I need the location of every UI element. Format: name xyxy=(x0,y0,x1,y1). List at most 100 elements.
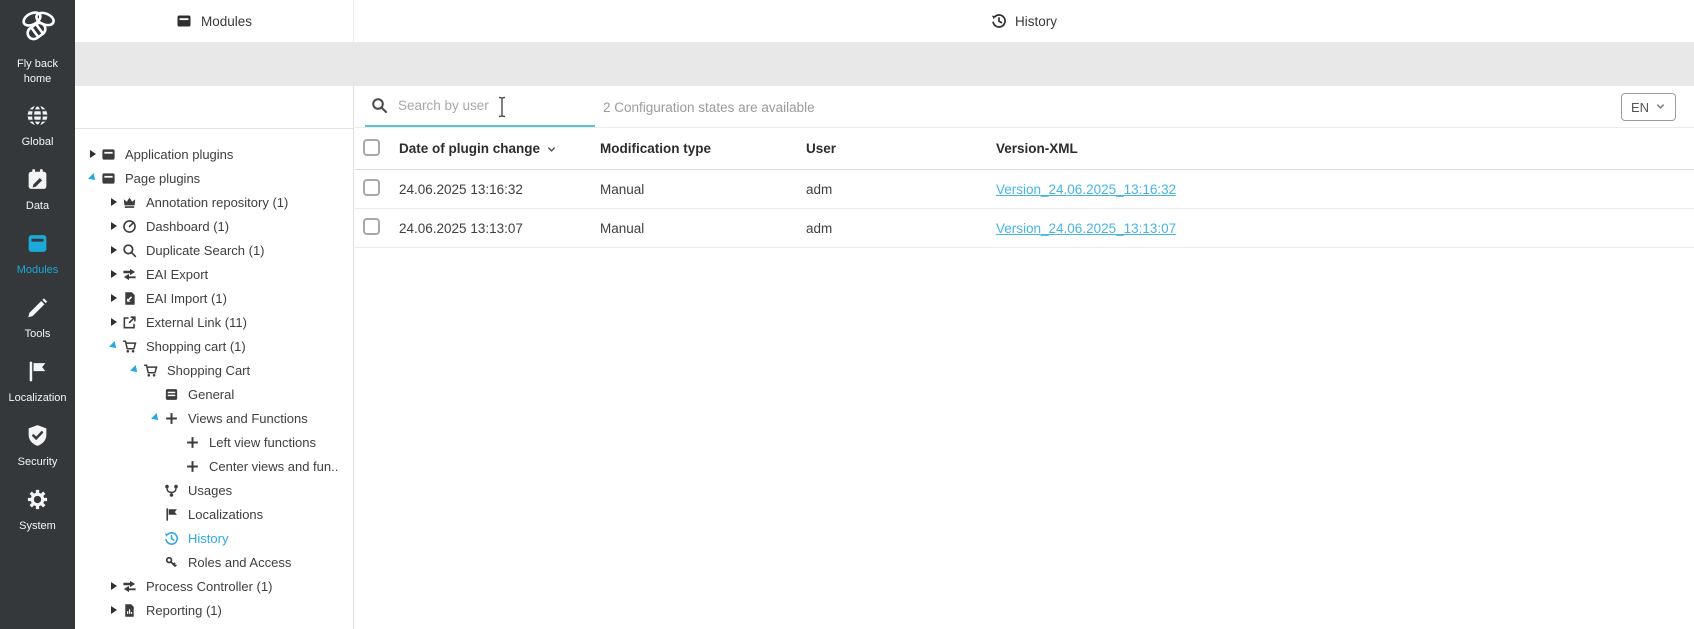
sidebar-item-data[interactable]: Data xyxy=(25,167,50,212)
column-header-version-xml[interactable]: Version-XML xyxy=(996,141,1694,156)
caret-collapsed-icon[interactable] xyxy=(111,222,117,230)
caret-expanded-icon[interactable] xyxy=(151,413,161,423)
sidebar-item-localization[interactable]: Localization xyxy=(8,359,66,404)
sidebar-item-security[interactable]: Security xyxy=(18,423,58,468)
sidebar-nav: Global Data Modules Tools Localization Securi… xyxy=(8,103,66,532)
tree-item-views-and-functions[interactable]: Views and Functions xyxy=(75,406,353,430)
tree-item-process-controller-1[interactable]: Process Controller (1) xyxy=(75,574,353,598)
tree-item-center-views-and-fun[interactable]: Center views and fun.. xyxy=(75,454,353,478)
sort-chevron-icon xyxy=(546,144,557,155)
sidebar-item-global[interactable]: Global xyxy=(22,103,54,148)
tree-item-label: Page plugins xyxy=(125,171,200,186)
tree-caret-slot xyxy=(106,318,122,326)
tree-item-shopping-cart[interactable]: Shopping Cart xyxy=(75,358,353,382)
cell-user: adm xyxy=(806,221,996,236)
tree-item-external-link-11[interactable]: External Link (11) xyxy=(75,310,353,334)
tree-caret-slot xyxy=(106,246,122,254)
history-icon xyxy=(991,13,1007,29)
tree-item-label: EAI Import (1) xyxy=(146,291,227,306)
sidebar-item-label: System xyxy=(19,520,56,532)
tree-item-dashboard-1[interactable]: Dashboard (1) xyxy=(75,214,353,238)
column-header-user[interactable]: User xyxy=(806,141,996,156)
tree-item-label: Roles and Access xyxy=(188,555,291,570)
language-selector[interactable]: EN xyxy=(1621,93,1676,121)
column-header-date[interactable]: Date of plugin change xyxy=(399,141,600,156)
tree-item-label: Localizations xyxy=(188,507,263,522)
tree-caret-slot xyxy=(106,222,122,230)
caret-collapsed-icon[interactable] xyxy=(111,606,117,614)
caret-collapsed-icon[interactable] xyxy=(111,246,117,254)
cell-modification-type: Manual xyxy=(600,221,806,236)
tab-modules[interactable]: Modules xyxy=(75,0,354,42)
search-field[interactable] xyxy=(365,86,595,127)
version-xml-link[interactable]: Version_24.06.2025_13:13:07 xyxy=(996,221,1176,236)
tree-item-duplicate-search-1[interactable]: Duplicate Search (1) xyxy=(75,238,353,262)
caret-expanded-icon[interactable] xyxy=(88,173,98,183)
panel-title-history[interactable]: History xyxy=(354,0,1694,42)
table-row[interactable]: 24.06.2025 13:16:32ManualadmVersion_24.0… xyxy=(355,170,1694,209)
caret-collapsed-icon[interactable] xyxy=(111,198,117,206)
tree-item-reporting-1[interactable]: Reporting (1) xyxy=(75,598,353,622)
history-panel: 2 Configuration states are available EN … xyxy=(355,86,1694,629)
tree-item-label: Left view functions xyxy=(209,435,316,450)
tree-item-label: Dashboard (1) xyxy=(146,219,229,234)
tree-item-roles-and-access[interactable]: Roles and Access xyxy=(75,550,353,574)
tree-caret-slot xyxy=(106,342,122,350)
sidebar-item-label: Data xyxy=(26,200,49,212)
tree-item-annotation-repository-1[interactable]: Annotation repository (1) xyxy=(75,190,353,214)
external-link-icon xyxy=(122,315,143,330)
report-icon xyxy=(122,603,143,618)
tree-caret-slot xyxy=(148,414,164,422)
tree-item-localizations[interactable]: Localizations xyxy=(75,502,353,526)
app-window: Fly back home Global Data Modules Tools Loca… xyxy=(0,0,1694,629)
fly-back-home-button[interactable]: Fly back home xyxy=(7,6,69,87)
arrows-icon xyxy=(122,579,143,594)
plus-icon xyxy=(164,411,185,426)
flag-icon xyxy=(25,359,50,389)
sidebar-item-system[interactable]: System xyxy=(19,487,56,532)
globe-icon xyxy=(25,103,50,133)
caret-collapsed-icon[interactable] xyxy=(90,150,96,158)
tree-caret-slot xyxy=(106,198,122,206)
module-folder-icon xyxy=(101,147,122,162)
tree-item-general[interactable]: General xyxy=(75,382,353,406)
caret-collapsed-icon[interactable] xyxy=(111,582,117,590)
tree-caret-slot xyxy=(106,270,122,278)
caret-expanded-icon[interactable] xyxy=(130,365,140,375)
sidebar-item-modules[interactable]: Modules xyxy=(17,231,59,276)
tree-item-eai-import-1[interactable]: EAI Import (1) xyxy=(75,286,353,310)
tree-item-label: Annotation repository (1) xyxy=(146,195,288,210)
search-input[interactable] xyxy=(398,98,595,113)
panel-title-history-label: History xyxy=(1015,14,1057,29)
select-all-checkbox[interactable] xyxy=(363,139,380,156)
tree-caret-slot xyxy=(106,582,122,590)
row-checkbox[interactable] xyxy=(363,179,380,196)
module-folder-icon xyxy=(101,171,122,186)
tree-item-eai-export[interactable]: EAI Export xyxy=(75,262,353,286)
tree-item-history[interactable]: History xyxy=(75,526,353,550)
table-row[interactable]: 24.06.2025 13:13:07ManualadmVersion_24.0… xyxy=(355,209,1694,248)
arrows-icon xyxy=(122,267,143,282)
status-text: 2 Configuration states are available xyxy=(603,86,815,128)
caret-collapsed-icon[interactable] xyxy=(111,270,117,278)
dashboard-icon xyxy=(122,219,143,234)
tree-item-usages[interactable]: Usages xyxy=(75,478,353,502)
crown-icon xyxy=(122,195,143,210)
caret-collapsed-icon[interactable] xyxy=(111,318,117,326)
tree-item-page-plugins[interactable]: Page plugins xyxy=(75,166,353,190)
caret-expanded-icon[interactable] xyxy=(109,341,119,351)
row-checkbox[interactable] xyxy=(363,218,380,235)
tree-item-shopping-cart-1[interactable]: Shopping cart (1) xyxy=(75,334,353,358)
caret-collapsed-icon[interactable] xyxy=(111,294,117,302)
tree-item-application-plugins[interactable]: Application plugins xyxy=(75,142,353,166)
modules-folder-icon xyxy=(176,13,192,29)
tab-modules-label: Modules xyxy=(201,14,252,29)
sidebar-item-tools[interactable]: Tools xyxy=(25,295,51,340)
plus-icon xyxy=(185,435,206,450)
tree-caret-slot xyxy=(85,150,101,158)
column-header-modification-type[interactable]: Modification type xyxy=(600,141,806,156)
version-xml-link[interactable]: Version_24.06.2025_13:16:32 xyxy=(996,182,1176,197)
tree-item-left-view-functions[interactable]: Left view functions xyxy=(75,430,353,454)
cart-icon xyxy=(122,339,143,354)
tree-item-label: Process Controller (1) xyxy=(146,579,272,594)
